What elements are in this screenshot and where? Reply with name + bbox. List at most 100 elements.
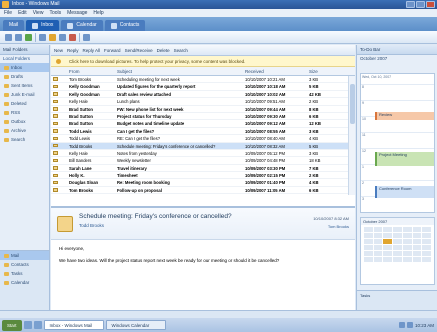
mini-calendar-day[interactable] [383,233,393,238]
folder-drafts[interactable]: Drafts [0,72,49,81]
mini-calendar-day[interactable] [402,227,412,232]
search-button[interactable]: Search [174,48,188,53]
folder-rss[interactable]: RSS [0,108,49,117]
mini-calendar-day[interactable] [402,257,412,262]
mini-calendar-day[interactable] [422,233,431,238]
delete-button[interactable]: Delete [157,48,170,53]
column-from[interactable]: From [69,67,117,75]
message-row[interactable]: Todd Lewis Can I get the files? 10/10/2007… [51,128,355,136]
mini-calendar-title[interactable]: October 2007 [361,218,434,225]
taskbar-item-calendar[interactable]: Windows Calendar [105,320,166,330]
reading-from[interactable]: Todd Brooks [79,223,104,228]
clock[interactable]: 10:23 AM [415,323,434,328]
message-row[interactable]: Kelly Goodman Updated figures for the qua… [51,83,355,91]
reply-button[interactable]: Reply [67,48,79,53]
mini-calendar-day[interactable] [402,233,412,238]
tools-icon[interactable] [83,33,90,41]
message-row[interactable]: Todd Lewis RE: Can I get the files? 10/10/… [51,135,355,143]
message-row[interactable]: Holly K. Timesheet 10/09/2007 02:15 PM 2 KB [51,172,355,180]
mini-calendar-day[interactable] [412,233,422,238]
forward-button[interactable]: Forward [104,48,121,53]
tab-contacts[interactable]: Contacts [104,20,146,31]
message-row[interactable]: Brad Sutton Budget notes and timeline upd… [51,120,355,128]
volume-icon[interactable] [406,322,413,328]
tab-calendar[interactable]: Calendar [61,20,103,31]
menu-file[interactable]: File [4,9,12,17]
mini-calendar-day[interactable] [393,239,402,244]
message-row[interactable]: Sarah Lane Travel itinerary 10/09/2007 03:… [51,165,355,173]
mini-calendar-day[interactable] [422,251,431,256]
quick-launch-icon[interactable] [23,321,32,329]
column-received[interactable]: Received [245,67,309,75]
home-icon[interactable] [39,33,46,41]
mini-calendar-day[interactable] [393,233,402,238]
mini-calendar-day[interactable] [393,227,402,232]
account-label[interactable]: Local Folders [0,55,49,63]
column-icons[interactable] [51,67,69,75]
message-row[interactable]: Brad Sutton FW: New phone list for next w… [51,106,355,113]
new-button[interactable]: New [54,48,63,53]
mini-calendar-day[interactable] [402,239,412,244]
message-row[interactable]: Todd Brooks Schedule meeting: Friday's co… [51,142,355,150]
folder-inbox[interactable]: Inbox [0,63,49,72]
menu-tools[interactable]: Tools [49,9,61,17]
nav-contacts[interactable]: Contacts [0,260,49,269]
mini-calendar-day[interactable] [383,245,393,250]
message-row[interactable]: Bill Sanders Weekly newsletter 10/09/2007 … [51,157,355,165]
tab-mail[interactable]: Mail [3,20,25,31]
mini-calendar-day[interactable] [412,257,422,262]
message-row[interactable]: Douglas Sloan Re: Meeting room booking 10/… [51,179,355,187]
mini-calendar-day[interactable] [393,245,402,250]
mini-calendar-day[interactable] [364,257,373,262]
menu-view[interactable]: View [33,9,44,17]
reply-all-button[interactable]: Reply All [83,48,101,53]
stop-icon[interactable] [69,33,76,41]
mini-calendar-day[interactable] [412,251,422,256]
menu-message[interactable]: Message [67,9,87,17]
message-row[interactable]: Brad Sutton Project status for Thursday 10… [51,113,355,121]
mini-calendar-day[interactable] [402,245,412,250]
mini-calendar-day[interactable] [383,251,393,256]
mini-calendar-day[interactable] [412,239,422,244]
forward-icon[interactable] [15,33,22,41]
mini-calendar-day[interactable] [373,227,383,232]
mini-calendar-day[interactable] [402,251,412,256]
calendar-event[interactable]: Review [375,112,434,120]
mini-calendar-day[interactable] [373,245,383,250]
mini-calendar-day[interactable] [373,233,383,238]
message-row[interactable]: Tom Brooks Scheduling meeting for next we… [51,76,355,84]
mini-calendar-day[interactable] [383,227,393,232]
scroll-thumb[interactable] [350,84,355,124]
mini-calendar-day[interactable] [422,239,431,244]
message-list-scrollbar[interactable] [348,76,355,195]
maximize-button[interactable] [416,1,425,8]
message-row[interactable]: Kelly Goodman Draft sales review attached… [51,91,355,99]
mini-calendar-day[interactable] [422,245,431,250]
back-icon[interactable] [5,33,12,41]
minimize-button[interactable] [406,1,415,8]
tasks-label[interactable]: Tasks [360,293,370,298]
message-row[interactable]: Tom Brooks Follow-up on proposal 10/09/200… [51,187,355,195]
mini-calendar-day[interactable] [373,257,383,262]
message-row[interactable]: Kelly Hale Lunch plans 10/10/2007 09:51 AM… [51,98,355,106]
folder-sent[interactable]: Sent Items [0,81,49,90]
column-size[interactable]: Size [309,67,339,75]
folder-search[interactable]: Search [0,135,49,144]
mini-calendar-day[interactable] [412,245,422,250]
nav-mail[interactable]: Mail [0,251,49,260]
reading-to[interactable]: Tom Brooks [328,224,349,229]
network-icon[interactable] [398,322,405,328]
send-receive-button[interactable]: Send/Receive [125,48,153,53]
mini-calendar-day[interactable] [364,251,373,256]
folder-archive[interactable]: Archive [0,126,49,135]
close-button[interactable] [426,1,435,8]
folder-deleted[interactable]: Deleted [0,99,49,108]
start-button[interactable]: Start [2,319,22,331]
month-label[interactable]: October 2007 [357,55,437,63]
mini-calendar-day[interactable] [393,251,402,256]
mini-calendar-day[interactable] [373,239,383,244]
message-row[interactable]: Kelly Hale Notes from yesterday 10/09/2007… [51,150,355,158]
nav-calendar[interactable]: Calendar [0,278,49,287]
nav-tasks[interactable]: Tasks [0,269,49,278]
mini-calendar-day[interactable] [364,227,373,232]
